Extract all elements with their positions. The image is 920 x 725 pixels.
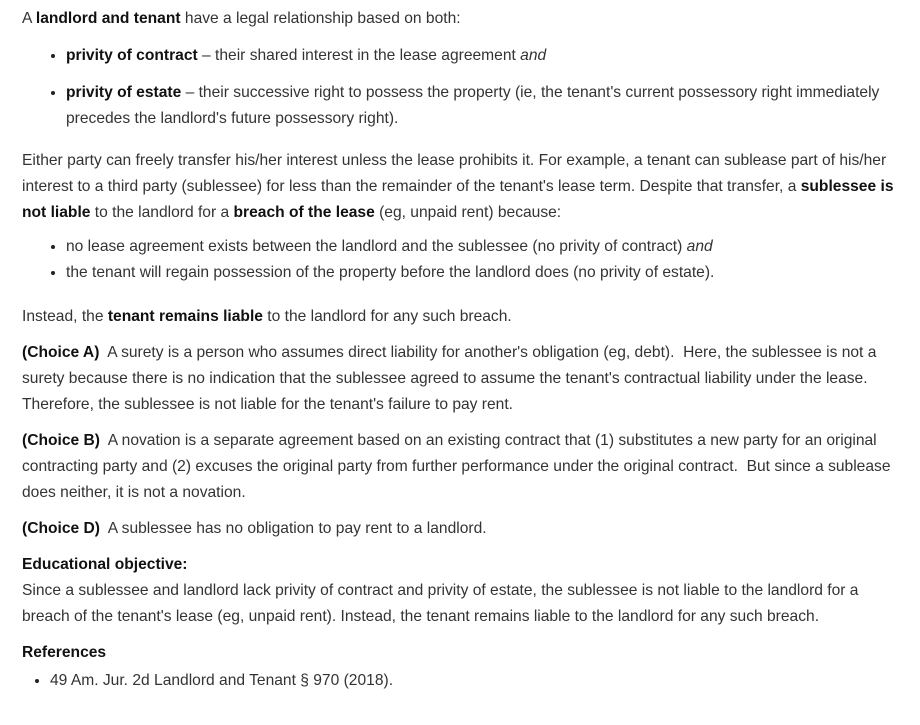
transfer-text: Either party can freely transfer his/her… <box>22 152 887 195</box>
choice-b-text: A novation is a separate agreement based… <box>22 432 895 501</box>
list-item: privity of estate – their successive rig… <box>66 80 902 132</box>
instead-text: Instead, the <box>22 308 108 325</box>
list-item-italic: and <box>520 47 547 64</box>
list-item-text: – their successive right to possess the … <box>66 84 880 127</box>
choice-b-label: (Choice B) <box>22 432 100 449</box>
choice-a-label: (Choice A) <box>22 344 100 361</box>
transfer-text: to the landlord for a <box>90 204 234 221</box>
choice-d-text: A sublessee has no obligation to pay ren… <box>99 520 487 537</box>
transfer-bold-breach: breach of the lease <box>233 204 375 221</box>
intro-paragraph: A landlord and tenant have a legal relat… <box>22 6 902 32</box>
list-item: the tenant will regain possession of the… <box>66 260 902 286</box>
instead-paragraph: Instead, the tenant remains liable to th… <box>22 304 902 330</box>
list-item: privity of contract – their shared inter… <box>66 43 902 69</box>
objective-heading: Educational objective: <box>22 556 188 573</box>
list-item-text: no lease agreement exists between the la… <box>66 238 687 255</box>
objective-text: Since a sublessee and landlord lack priv… <box>22 582 859 625</box>
privity-list: privity of contract – their shared inter… <box>22 43 902 132</box>
term-privity-of-estate: privity of estate <box>66 84 182 101</box>
term-privity-of-contract: privity of contract <box>66 47 198 64</box>
list-item-text: – their shared interest in the lease agr… <box>197 47 521 64</box>
instead-bold: tenant remains liable <box>107 308 263 325</box>
choice-d-label: (Choice D) <box>22 520 100 537</box>
list-item-text: the tenant will regain possession of the… <box>66 264 715 281</box>
explanation-document: A landlord and tenant have a legal relat… <box>0 0 920 694</box>
choice-a-paragraph: (Choice A) A surety is a person who assu… <box>22 340 902 418</box>
reasons-list: no lease agreement exists between the la… <box>22 234 902 286</box>
transfer-paragraph: Either party can freely transfer his/her… <box>22 148 902 226</box>
reference-item: 49 Am. Jur. 2d Landlord and Tenant § 970… <box>50 668 902 694</box>
intro-bold: landlord and tenant <box>35 10 181 27</box>
list-item-italic: and <box>686 238 713 255</box>
choice-b-paragraph: (Choice B) A novation is a separate agre… <box>22 428 902 506</box>
transfer-text: (eg, unpaid rent) because: <box>374 204 562 221</box>
intro-text: A <box>22 10 36 27</box>
list-item: no lease agreement exists between the la… <box>66 234 902 260</box>
references-list: 49 Am. Jur. 2d Landlord and Tenant § 970… <box>22 668 902 694</box>
intro-text-end: have a legal relationship based on both: <box>180 10 461 27</box>
references-heading: References <box>22 644 107 661</box>
instead-text-end: to the landlord for any such breach. <box>262 308 512 325</box>
choice-d-paragraph: (Choice D) A sublessee has no obligation… <box>22 516 902 542</box>
choice-a-text: A surety is a person who assumes direct … <box>22 344 881 413</box>
